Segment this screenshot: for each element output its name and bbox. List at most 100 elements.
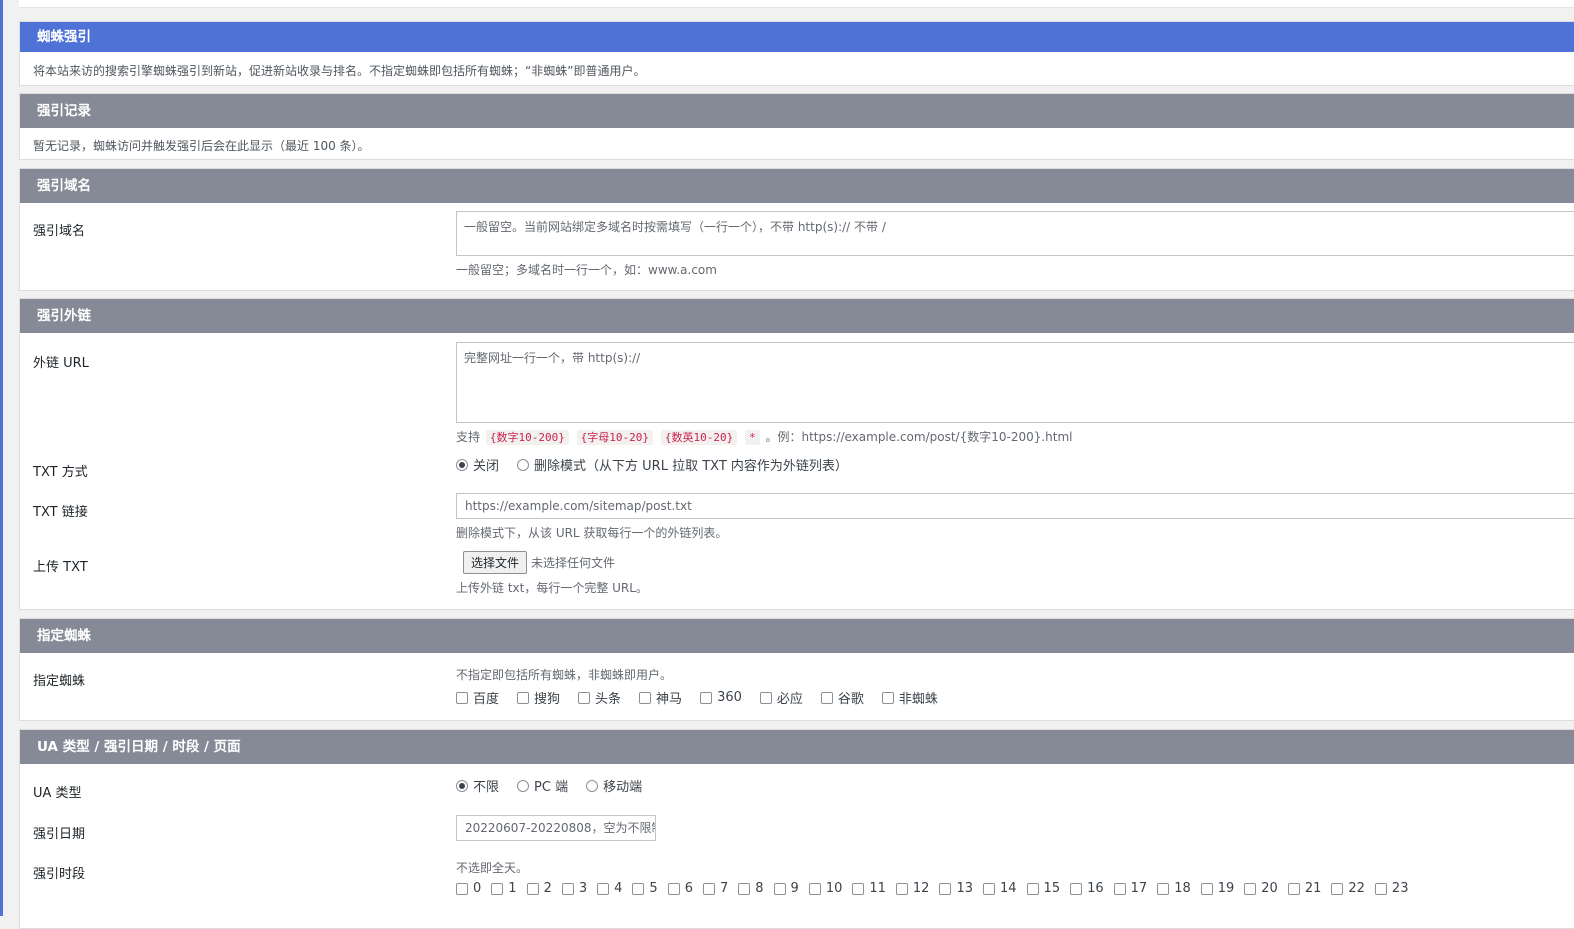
spider-checkboxes: 百度 搜狗 头条 神马 360 必应 谷歌 非蜘蛛	[456, 688, 956, 707]
panel-title: 蜘蛛强引	[20, 22, 1574, 52]
upload-label: 上传 TXT	[33, 560, 88, 575]
hour-option-3[interactable]: 3	[561, 881, 587, 896]
checkbox-icon	[578, 691, 591, 704]
ua-mobile[interactable]: 移动端	[586, 776, 642, 795]
token-number: {数字10-200}	[485, 430, 569, 445]
checkbox-icon	[820, 691, 833, 704]
records-empty-text: 暂无记录，蜘蛛访问并触发强引后会在此显示（最近 100 条）。	[33, 139, 370, 153]
hour-option-4[interactable]: 4	[597, 881, 622, 896]
hour-option-2[interactable]: 2	[526, 881, 552, 896]
checkbox-icon	[1157, 882, 1170, 895]
upload-help: 上传外链 txt，每行一个完整 URL。	[456, 581, 648, 595]
checkbox-icon	[561, 882, 574, 895]
checkbox-icon	[1287, 882, 1300, 895]
hour-option-10[interactable]: 10	[808, 881, 842, 896]
checkbox-icon	[1026, 882, 1039, 895]
radio-icon	[586, 779, 599, 792]
admin-menu-edge	[0, 0, 3, 916]
token-alnum: {数英10-20}	[660, 430, 738, 445]
checkbox-icon	[939, 882, 952, 895]
url-support-help: 支持 {数字10-200} {字母10-20} {数英10-20} * 。例：h…	[456, 428, 1073, 445]
hour-option-18[interactable]: 18	[1157, 881, 1191, 896]
txt-mode-off[interactable]: 关闭	[456, 455, 499, 474]
checkbox-icon	[852, 882, 865, 895]
hour-checkboxes: 0 1 2 3 4 5 6 7 8 9 10 11 12 13 14 15 16 17 18 19 20 21 22 23	[456, 881, 1418, 896]
txt-mode-delete[interactable]: 删除模式（从下方 URL 拉取 TXT 内容作为外链列表）	[517, 455, 848, 474]
date-input[interactable]: 20220607-20220808，空为不限制	[456, 815, 656, 841]
hour-option-12[interactable]: 12	[895, 881, 929, 896]
spider-google[interactable]: 谷歌	[820, 688, 864, 707]
spider-360[interactable]: 360	[700, 690, 742, 705]
hour-option-17[interactable]: 17	[1113, 881, 1147, 896]
checkbox-icon	[738, 882, 751, 895]
hour-option-8[interactable]: 8	[738, 881, 764, 896]
panel-title: 强引记录	[20, 94, 1574, 128]
checkbox-icon	[759, 691, 772, 704]
panel-spiders: 指定蜘蛛 指定蜘蛛 不指定即包括所有蜘蛛，非蜘蛛即用户。 百度 搜狗 头条 神马…	[19, 618, 1574, 721]
checkbox-icon	[597, 882, 610, 895]
spider-baidu[interactable]: 百度	[456, 688, 499, 707]
choose-file-button[interactable]: 选择文件	[463, 551, 528, 574]
domain-help: 一般留空；多域名时一行一个，如：www.a.com	[456, 263, 717, 277]
hour-option-9[interactable]: 9	[773, 881, 799, 896]
radio-icon	[456, 458, 468, 471]
checkbox-icon	[881, 691, 894, 704]
intro-description: 将本站来访的搜索引擎蜘蛛强引到新站，促进新站收录与排名。不指定蜘蛛即包括所有蜘蛛…	[33, 64, 646, 78]
domain-textarea[interactable]: 一般留空。当前网站绑定多域名时按需填写（一行一个），不带 http(s):// …	[456, 211, 1574, 256]
checkbox-icon	[1244, 882, 1257, 895]
spiders-help: 不指定即包括所有蜘蛛，非蜘蛛即用户。	[456, 668, 673, 682]
hour-option-14[interactable]: 14	[983, 881, 1017, 896]
checkbox-icon	[456, 882, 468, 895]
ua-pc[interactable]: PC 端	[517, 776, 568, 795]
ua-any[interactable]: 不限	[456, 776, 499, 795]
spider-shenma[interactable]: 神马	[639, 688, 682, 707]
panel-title: 强引域名	[20, 169, 1574, 203]
checkbox-icon	[526, 882, 539, 895]
panel-links: 强引外链 外链 URL 完整网址一行一个，带 http(s):// 支持 {数字…	[19, 298, 1574, 610]
panel-domain: 强引域名 强引域名 一般留空。当前网站绑定多域名时按需填写（一行一个），不带 h…	[19, 168, 1574, 291]
checkbox-icon	[1070, 882, 1083, 895]
url-textarea[interactable]: 完整网址一行一个，带 http(s)://	[456, 342, 1574, 423]
checkbox-icon	[517, 691, 530, 704]
panel-ua: UA 类型 / 强引日期 / 时段 / 页面 UA 类型 不限 PC 端 移动端…	[19, 729, 1574, 929]
hour-option-7[interactable]: 7	[702, 881, 728, 896]
hour-option-6[interactable]: 6	[667, 881, 693, 896]
checkbox-icon	[456, 691, 468, 704]
radio-icon	[517, 458, 530, 471]
txt-link-label: TXT 链接	[33, 505, 88, 520]
checkbox-icon	[1374, 882, 1387, 895]
hour-option-5[interactable]: 5	[632, 881, 658, 896]
txt-link-placeholder: https://example.com/sitemap/post.txt	[465, 499, 692, 513]
spider-bing[interactable]: 必应	[759, 688, 803, 707]
checkbox-icon	[702, 882, 715, 895]
spider-toutiao[interactable]: 头条	[578, 688, 621, 707]
hour-option-20[interactable]: 20	[1244, 881, 1278, 896]
ua-type-radios: 不限 PC 端 移动端	[456, 776, 660, 795]
hour-option-22[interactable]: 22	[1331, 881, 1365, 896]
hours-label: 强引时段	[33, 867, 86, 882]
txt-mode-radios: 关闭 删除模式（从下方 URL 拉取 TXT 内容作为外链列表）	[456, 455, 866, 474]
hour-option-1[interactable]: 1	[491, 881, 517, 896]
date-label: 强引日期	[33, 827, 86, 842]
hour-option-19[interactable]: 19	[1200, 881, 1234, 896]
hour-option-16[interactable]: 16	[1070, 881, 1104, 896]
top-strip	[19, 0, 1574, 8]
checkbox-icon	[808, 882, 821, 895]
panel-title: UA 类型 / 强引日期 / 时段 / 页面	[20, 730, 1574, 764]
hour-option-0[interactable]: 0	[456, 881, 481, 896]
checkbox-icon	[700, 691, 713, 704]
hour-option-23[interactable]: 23	[1374, 881, 1408, 896]
spider-non-spider[interactable]: 非蜘蛛	[881, 688, 938, 707]
domain-label: 强引域名	[33, 224, 86, 239]
spider-sogou[interactable]: 搜狗	[517, 688, 560, 707]
upload-control: 选择文件 未选择任何文件	[463, 551, 615, 574]
hour-option-13[interactable]: 13	[939, 881, 973, 896]
hour-option-21[interactable]: 21	[1287, 881, 1321, 896]
hour-option-11[interactable]: 11	[852, 881, 886, 896]
support-suffix: 。例：https://example.com/post/{数字10-200}.h…	[765, 430, 1073, 444]
ua-type-label: UA 类型	[33, 786, 82, 801]
txt-link-help: 删除模式下，从该 URL 获取每行一个的外链列表。	[456, 526, 728, 540]
txt-link-input[interactable]: https://example.com/sitemap/post.txt	[456, 493, 1574, 519]
hour-option-15[interactable]: 15	[1026, 881, 1060, 896]
checkbox-icon	[491, 882, 504, 895]
